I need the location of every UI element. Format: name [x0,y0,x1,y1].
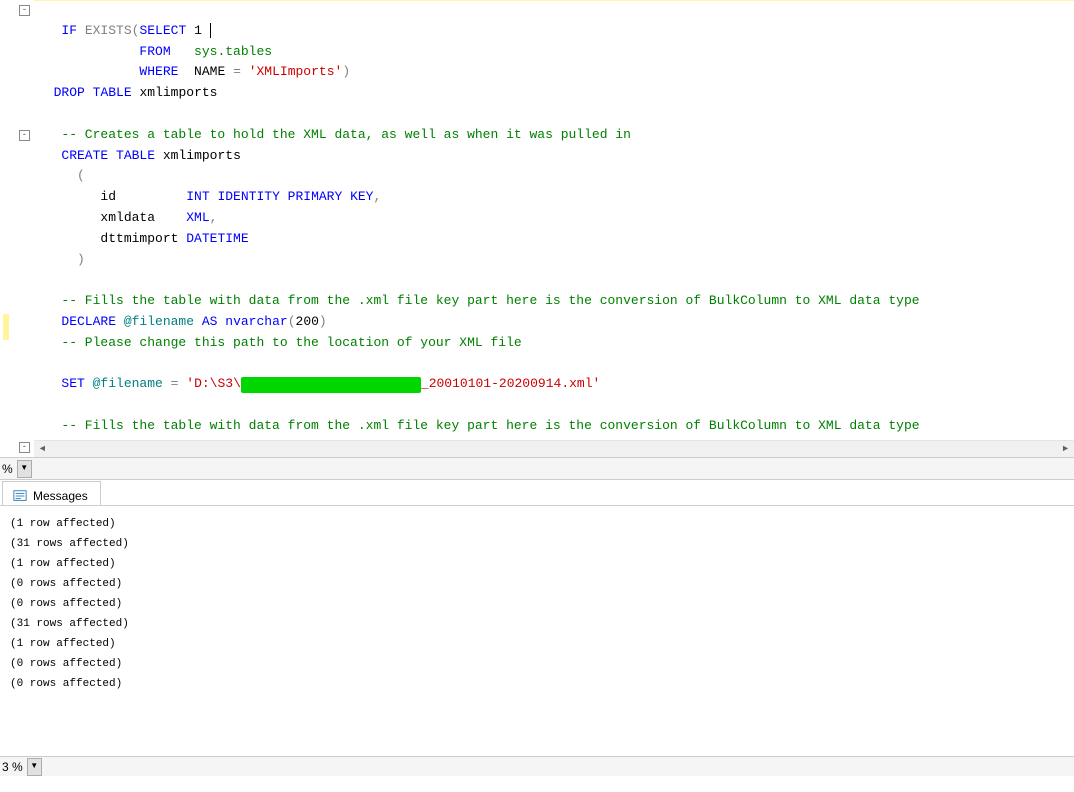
code-content[interactable]: IF EXISTS(SELECT 1 FROM sys.tables WHERE… [34,0,1074,458]
message-line: (1 row affected) [10,634,1064,654]
messages-icon [13,489,27,503]
variable: @filename [93,376,163,391]
message-line: (0 rows affected) [10,674,1064,694]
message-line: (0 rows affected) [10,654,1064,674]
zoom-control-row: % ▼ [0,458,1074,480]
comment: -- Creates a table to hold the XML data,… [61,127,631,142]
kw-create: CREATE [61,148,108,163]
message-line: (31 rows affected) [10,614,1064,634]
fold-toggle-icon[interactable]: - [19,5,30,16]
sys-tables: sys.tables [194,44,272,59]
scroll-left-icon[interactable]: ◄ [34,441,51,458]
message-line: (1 row affected) [10,514,1064,534]
string-literal: 'D:\S3\ [186,376,241,391]
zoom-dropdown-button-bottom[interactable]: ▼ [27,758,42,776]
kw-if: IF [61,23,77,38]
messages-pane[interactable]: (1 row affected) (31 rows affected) (1 r… [0,506,1074,756]
fold-toggle-icon[interactable]: - [19,442,30,453]
string-literal: 'XMLImports' [249,64,343,79]
scroll-right-icon[interactable]: ► [1057,441,1074,458]
zoom-label-bottom: 3 % [0,760,27,774]
tab-messages[interactable]: Messages [2,481,101,505]
editor-gutter: - - - [0,0,34,457]
results-tabstrip: Messages [0,480,1074,506]
kw-from: FROM [139,44,170,59]
message-line: (31 rows affected) [10,534,1064,554]
fn-exists: EXISTS [85,23,132,38]
kw-set: SET [61,376,84,391]
comment: -- Fills the table with data from the .x… [61,293,919,308]
zoom-label: % [0,462,17,476]
redaction-mark [241,377,421,393]
text-cursor [210,23,211,38]
kw-select: SELECT [139,23,186,38]
horizontal-scrollbar[interactable]: ◄ ► [34,440,1074,457]
bottom-zoom-row: 3 % ▼ [0,756,1074,776]
kw-declare: DECLARE [61,314,116,329]
kw-where: WHERE [139,64,178,79]
message-line: (0 rows affected) [10,594,1064,614]
comment: -- Fills the table with data from the .x… [61,418,919,433]
message-line: (0 rows affected) [10,574,1064,594]
message-line: (1 row affected) [10,554,1064,574]
zoom-dropdown-button[interactable]: ▼ [17,460,32,478]
tab-messages-label: Messages [33,489,88,503]
kw-drop: DROP [54,85,85,100]
comment: -- Please change this path to the locati… [61,335,521,350]
variable: @filename [124,314,194,329]
change-marker [3,314,9,340]
sql-editor[interactable]: - - - IF EXISTS(SELECT 1 FROM sys.tables… [0,0,1074,458]
fold-toggle-icon[interactable]: - [19,130,30,141]
